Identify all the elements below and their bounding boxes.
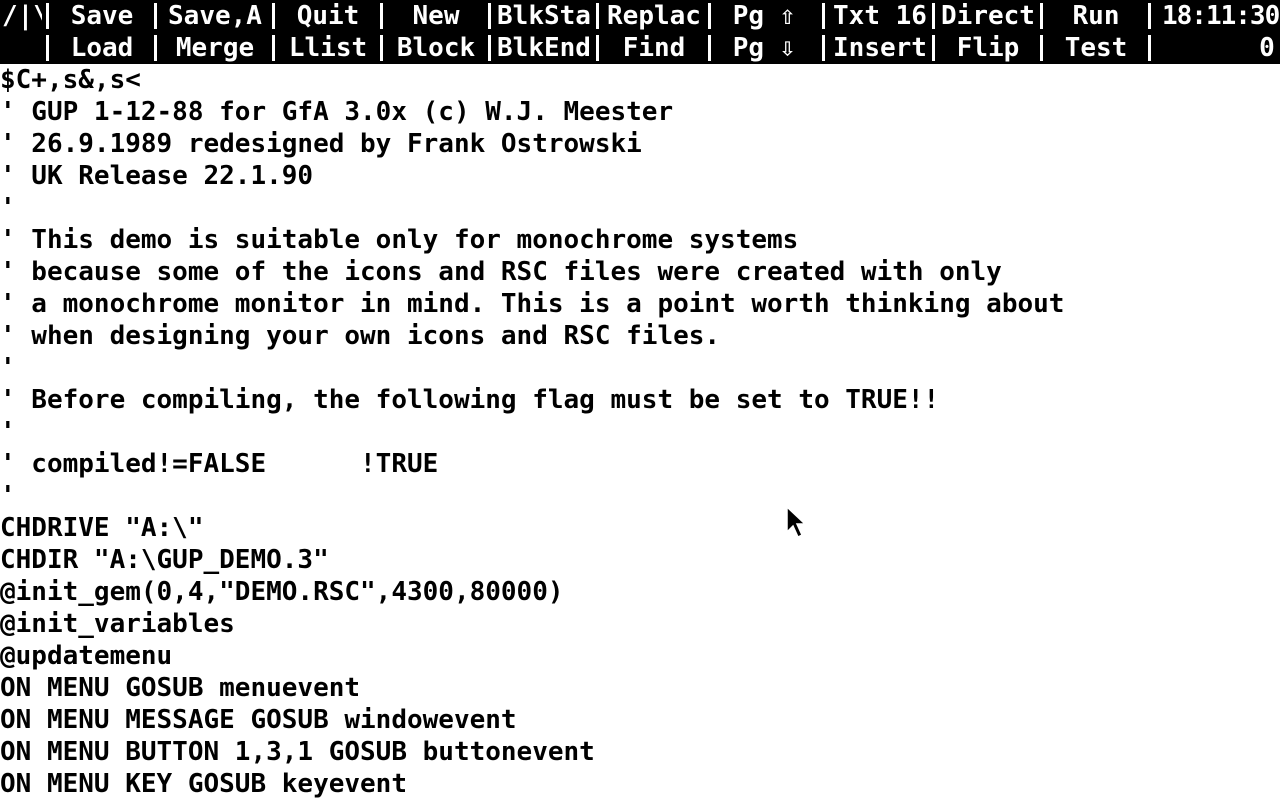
code-line: ' 26.9.1989 redesigned by Frank Ostrowsk… bbox=[0, 129, 642, 159]
menu-run-button[interactable]: Run bbox=[1046, 0, 1146, 32]
code-line: $C+,s&,s< bbox=[0, 65, 141, 95]
menu-separator bbox=[1148, 35, 1151, 61]
menu-separator bbox=[596, 3, 599, 29]
menu-row-1: /|\| Save Save,A Quit New BlkSta Replac … bbox=[0, 0, 1280, 32]
menu-separator bbox=[1148, 3, 1151, 29]
menu-separator bbox=[380, 3, 383, 29]
menu-separator bbox=[46, 35, 49, 61]
code-line: ' bbox=[0, 417, 16, 447]
menu-separator bbox=[708, 35, 711, 61]
menu-save-button[interactable]: Save bbox=[52, 0, 152, 32]
menu-block-button[interactable]: Block bbox=[386, 32, 486, 64]
menu-find-button[interactable]: Find bbox=[602, 32, 706, 64]
code-line: ' bbox=[0, 353, 16, 383]
menu-separator bbox=[272, 35, 275, 61]
menu-flip-button[interactable]: Flip bbox=[938, 32, 1038, 64]
menu-separator bbox=[1040, 35, 1043, 61]
menu-insert-button[interactable]: Insert bbox=[828, 32, 932, 64]
menu-blksta-button[interactable]: BlkSta bbox=[494, 0, 594, 32]
menu-separator bbox=[822, 35, 825, 61]
code-line: ON MENU BUTTON 1,3,1 GOSUB buttonevent bbox=[0, 737, 595, 767]
text-cursor bbox=[0, 66, 16, 96]
menu-quit-button[interactable]: Quit bbox=[278, 0, 378, 32]
menu-page-up-button[interactable]: Pg ⇧ bbox=[714, 0, 814, 32]
code-line: ' Before compiling, the following flag m… bbox=[0, 385, 940, 415]
code-line: ' bbox=[0, 481, 16, 511]
menu-blkend-button[interactable]: BlkEnd bbox=[494, 32, 594, 64]
code-line: ' bbox=[0, 193, 16, 223]
menu-separator bbox=[932, 3, 935, 29]
menu-separator bbox=[488, 3, 491, 29]
code-line: ' This demo is suitable only for monochr… bbox=[0, 225, 799, 255]
menu-replace-button[interactable]: Replac bbox=[602, 0, 706, 32]
code-line: ' UK Release 22.1.90 bbox=[0, 161, 314, 191]
menu-separator bbox=[1040, 3, 1043, 29]
code-line: @updatemenu bbox=[0, 641, 173, 671]
code-editor[interactable]: $C+,s&,s< ' GUP 1-12-88 for GfA 3.0x (c)… bbox=[0, 64, 1280, 800]
code-line: ON MENU GOSUB menuevent bbox=[0, 673, 361, 703]
menu-separator bbox=[154, 3, 157, 29]
code-line: CHDIR "A:\GUP_DEMO.3" bbox=[0, 545, 329, 575]
code-line: @init_gem(0,4,"DEMO.RSC",4300,80000) bbox=[0, 577, 564, 607]
menu-separator bbox=[932, 35, 935, 61]
menu-separator bbox=[272, 3, 275, 29]
menu-separator bbox=[596, 35, 599, 61]
menu-separator bbox=[822, 3, 825, 29]
menu-direct-button[interactable]: Direct bbox=[938, 0, 1038, 32]
menu-page-down-button[interactable]: Pg ⇩ bbox=[714, 32, 814, 64]
code-line: ' when designing your own icons and RSC … bbox=[0, 321, 721, 351]
menu-load-button[interactable]: Load bbox=[52, 32, 152, 64]
clock-display: 18:11:30 bbox=[1162, 1, 1280, 31]
code-line: @init_variables bbox=[0, 609, 235, 639]
menu-save-ascii-button[interactable]: Save,A bbox=[158, 0, 272, 32]
editor-menu-bar: /|\| Save Save,A Quit New BlkSta Replac … bbox=[0, 0, 1280, 64]
code-line: CHDRIVE "A:\" bbox=[0, 513, 204, 543]
code-line: ON MENU KEY GOSUB keyevent bbox=[0, 769, 407, 799]
menu-txt16-button[interactable]: Txt 16 bbox=[828, 0, 932, 32]
menu-new-button[interactable]: New bbox=[386, 0, 486, 32]
code-line: ON MENU MESSAGE GOSUB windowevent bbox=[0, 705, 517, 735]
menu-separator bbox=[488, 35, 491, 61]
code-line: ' because some of the icons and RSC file… bbox=[0, 257, 1002, 287]
menu-separator bbox=[380, 35, 383, 61]
menu-test-button[interactable]: Test bbox=[1046, 32, 1146, 64]
menu-separator bbox=[46, 3, 49, 29]
code-line: ' a monochrome monitor in mind. This is … bbox=[0, 289, 1065, 319]
menu-llist-button[interactable]: Llist bbox=[278, 32, 378, 64]
mouse-pointer-icon bbox=[786, 506, 806, 539]
menu-separator bbox=[154, 35, 157, 61]
code-line: ' compiled!=FALSE !TRUE bbox=[0, 449, 439, 479]
atari-logo-icon[interactable]: /|\| bbox=[2, 0, 42, 32]
menu-separator bbox=[708, 3, 711, 29]
code-line: ' GUP 1-12-88 for GfA 3.0x (c) W.J. Mees… bbox=[0, 97, 674, 127]
menu-merge-button[interactable]: Merge bbox=[158, 32, 272, 64]
line-number-indicator: 0 bbox=[1259, 33, 1275, 63]
menu-row-2: Load Merge Llist Block BlkEnd Find Pg ⇩ … bbox=[0, 32, 1280, 64]
